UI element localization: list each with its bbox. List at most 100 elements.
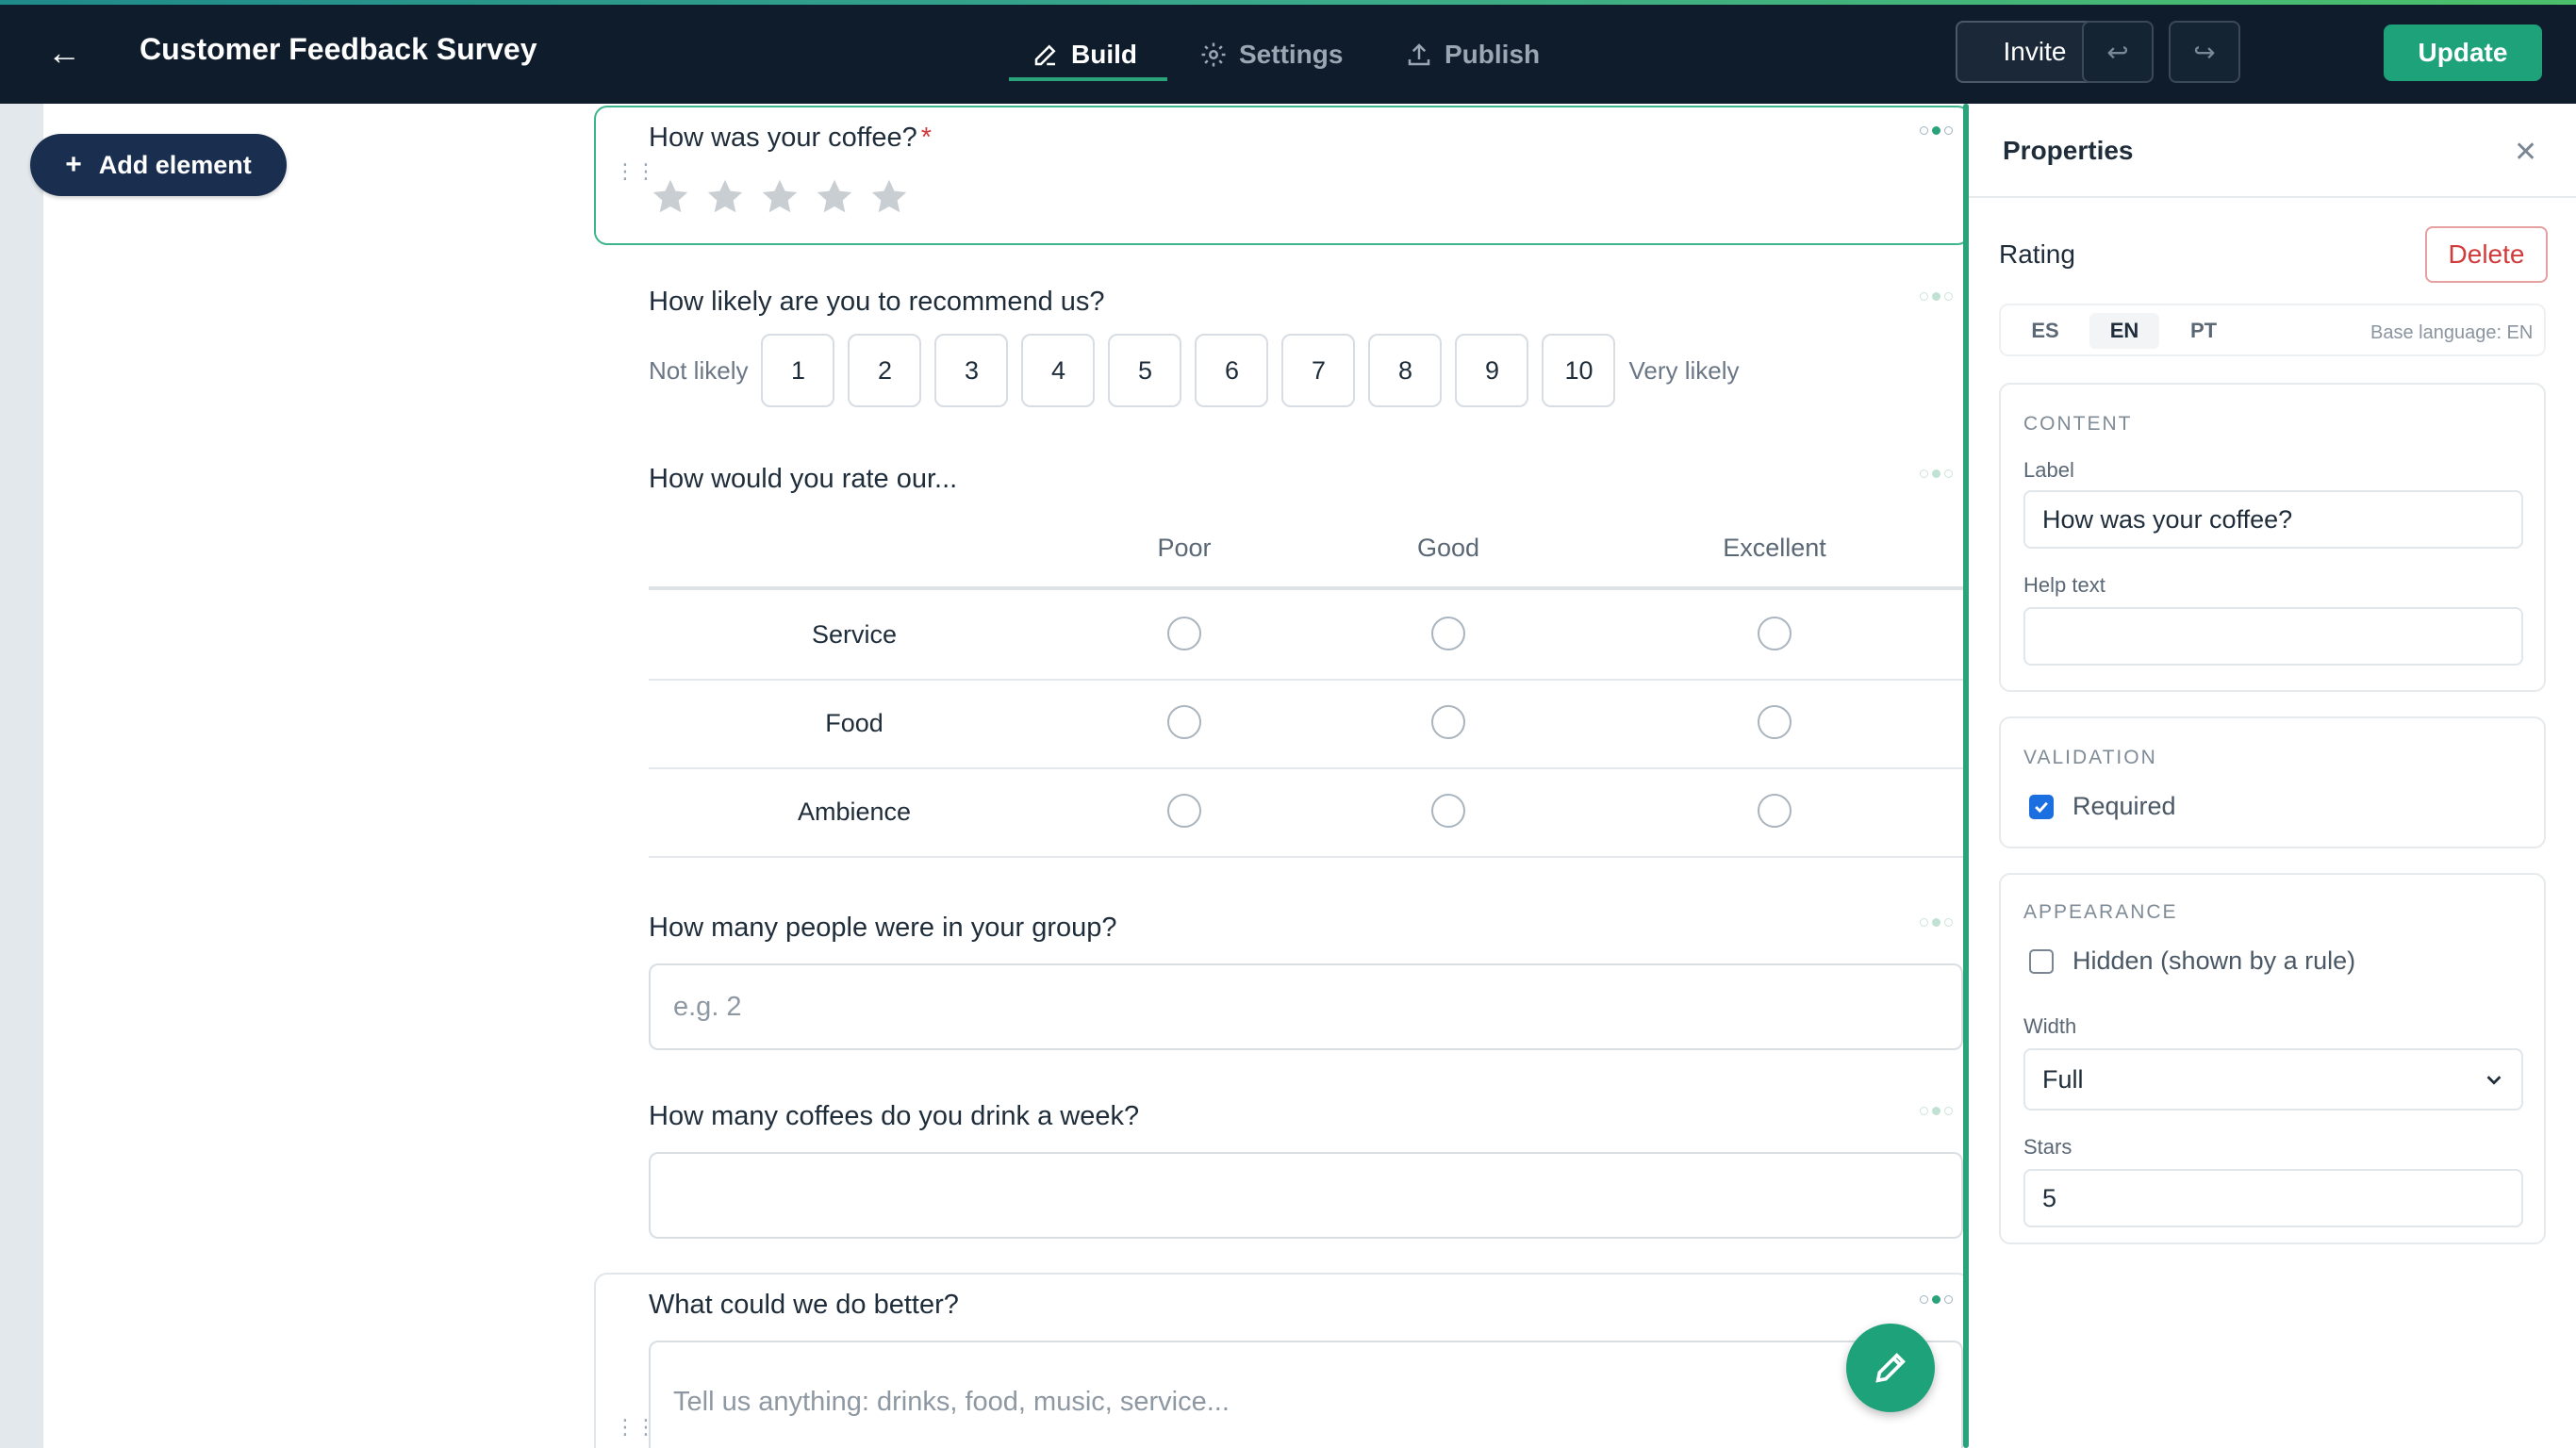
- tab-settings-label: Settings: [1239, 40, 1344, 69]
- matrix-radio[interactable]: [1431, 794, 1465, 828]
- delete-button[interactable]: Delete: [2425, 226, 2548, 283]
- required-checkbox[interactable]: [2029, 794, 2054, 819]
- validation-section: VALIDATION Required: [1999, 716, 2546, 848]
- nps-max-label: Very likely: [1628, 355, 1740, 385]
- matrix-column-header: Good: [1416, 534, 1480, 562]
- top-accent-line: [0, 0, 2576, 5]
- stars-input[interactable]: 5: [2023, 1169, 2523, 1227]
- undo-icon: ↩: [2106, 37, 2129, 67]
- matrix-radio[interactable]: [1758, 705, 1792, 739]
- chevron-down-icon: [2486, 1076, 2502, 1085]
- nps-options: 1 2 3 4 5 6 7 8 9 10: [761, 334, 1616, 407]
- drag-handle-icon[interactable]: ⋮⋮: [615, 1414, 656, 1440]
- nps-min-label: Not likely: [649, 355, 749, 385]
- nps-option[interactable]: 2: [848, 334, 922, 407]
- more-options-icon[interactable]: [1920, 1295, 1953, 1304]
- star-rating[interactable]: [649, 175, 911, 219]
- question-label: How was your coffee? *: [649, 123, 932, 154]
- plus-icon: +: [65, 149, 82, 180]
- required-asterisk: *: [920, 123, 933, 153]
- tab-build[interactable]: Build: [1032, 28, 1137, 81]
- matrix-radio[interactable]: [1758, 617, 1792, 650]
- language-tab-en[interactable]: EN: [2089, 313, 2159, 349]
- width-select[interactable]: Full: [2023, 1048, 2523, 1111]
- matrix-row-label: Ambience: [797, 798, 912, 826]
- pencil-icon: [1875, 1353, 1906, 1383]
- question-label: How likely are you to recommend us?: [649, 287, 1105, 317]
- nps-scale: Not likely 1 2 3 4 5 6 7 8 9 10 Very likely: [649, 334, 1740, 407]
- question-label: How many coffees do you drink a week?: [649, 1101, 1140, 1131]
- tab-settings[interactable]: Settings: [1199, 28, 1343, 81]
- tab-build-label: Build: [1071, 40, 1137, 69]
- required-checkbox-row[interactable]: Required: [2029, 792, 2176, 821]
- stars-field-label: Stars: [2023, 1135, 2072, 1159]
- nps-option[interactable]: 6: [1195, 334, 1269, 407]
- tab-publish[interactable]: Publish: [1405, 28, 1540, 81]
- close-icon[interactable]: ✕: [2514, 136, 2537, 169]
- nps-option[interactable]: 9: [1455, 334, 1529, 407]
- label-input[interactable]: How was your coffee?: [2023, 490, 2523, 549]
- undo-button[interactable]: ↩: [2082, 21, 2154, 83]
- language-tab-pt[interactable]: PT: [2169, 313, 2238, 349]
- back-arrow-icon[interactable]: ←: [45, 34, 83, 72]
- star-icon[interactable]: [758, 175, 801, 219]
- gear-icon: [1201, 42, 1226, 67]
- matrix-divider: [649, 679, 1963, 681]
- more-options-icon[interactable]: [1920, 469, 1953, 478]
- properties-divider: [1969, 196, 2576, 198]
- form-canvas: ⋮⋮ How was your coffee?* How likely are …: [571, 104, 1971, 1448]
- matrix-radio[interactable]: [1167, 794, 1201, 828]
- nps-option[interactable]: 5: [1108, 334, 1182, 407]
- appearance-section-title: APPEARANCE: [2023, 901, 2178, 923]
- left-strip: [0, 104, 43, 1448]
- star-icon[interactable]: [867, 175, 911, 219]
- matrix-radio[interactable]: [1758, 794, 1792, 828]
- matrix-radio[interactable]: [1167, 617, 1201, 650]
- more-options-icon[interactable]: [1920, 1107, 1953, 1115]
- properties-title: Properties: [2003, 136, 2134, 165]
- matrix-radio[interactable]: [1167, 705, 1201, 739]
- hidden-checkbox-row[interactable]: Hidden (shown by a rule): [2029, 946, 2355, 976]
- question-label: What could we do better?: [649, 1290, 959, 1320]
- more-options-icon[interactable]: [1920, 918, 1953, 927]
- matrix-row-label: Service: [811, 620, 898, 649]
- star-icon[interactable]: [703, 175, 747, 219]
- pencil-icon: [1034, 44, 1056, 66]
- nps-option[interactable]: 3: [934, 334, 1009, 407]
- star-icon[interactable]: [649, 175, 692, 219]
- element-type-title: Rating: [1999, 239, 2075, 269]
- help-text-input[interactable]: [2023, 607, 2523, 666]
- hidden-checkbox[interactable]: [2029, 948, 2054, 974]
- drag-handle-icon[interactable]: ⋮⋮: [615, 158, 656, 185]
- language-tab-es[interactable]: ES: [2010, 313, 2080, 349]
- matrix-column-header: Poor: [1157, 534, 1212, 562]
- update-button[interactable]: Update: [2384, 25, 2542, 81]
- nps-option[interactable]: 7: [1281, 334, 1356, 407]
- top-bar: ← Customer Feedback Survey Build Setting…: [0, 0, 2576, 104]
- matrix-column-header: Excellent: [1723, 534, 1826, 562]
- redo-icon: ↪: [2193, 37, 2216, 67]
- more-options-icon[interactable]: [1920, 126, 1953, 135]
- question-label: How many people were in your group?: [649, 913, 1117, 943]
- matrix-radio[interactable]: [1431, 617, 1465, 650]
- redo-button[interactable]: ↪: [2169, 21, 2240, 83]
- nps-option[interactable]: 1: [761, 334, 835, 407]
- star-icon[interactable]: [813, 175, 856, 219]
- add-element-label: Add element: [98, 150, 252, 179]
- base-language-label: Base language: EN: [2370, 322, 2534, 343]
- group-size-input[interactable]: e.g. 2: [649, 963, 1963, 1050]
- nps-option[interactable]: 8: [1368, 334, 1443, 407]
- coffees-per-week-input[interactable]: [649, 1152, 1963, 1239]
- matrix-divider: [649, 767, 1963, 769]
- more-options-icon[interactable]: [1920, 292, 1953, 301]
- matrix-radio[interactable]: [1431, 705, 1465, 739]
- content-section: CONTENT Label How was your coffee? Help …: [1999, 383, 2546, 692]
- matrix-divider: [649, 586, 1963, 590]
- feedback-textarea[interactable]: Tell us anything: drinks, food, music, s…: [649, 1341, 1963, 1448]
- nps-option[interactable]: 10: [1542, 334, 1616, 407]
- nps-option[interactable]: 4: [1021, 334, 1096, 407]
- edit-fab-button[interactable]: [1846, 1324, 1935, 1412]
- add-element-button[interactable]: + Add element: [30, 134, 287, 196]
- survey-title: Customer Feedback Survey: [140, 32, 537, 66]
- element-panel: [43, 104, 571, 1448]
